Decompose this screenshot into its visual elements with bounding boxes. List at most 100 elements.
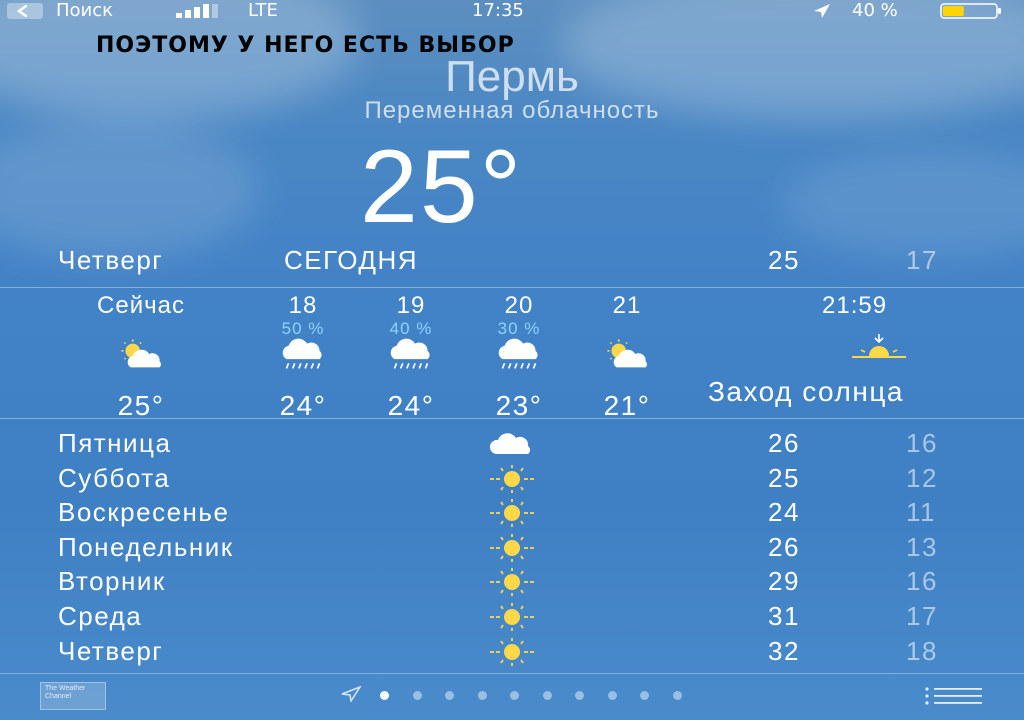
day-low: 13 — [906, 531, 938, 562]
partly-cloudy-icon — [607, 339, 647, 368]
battery-icon — [940, 3, 1001, 19]
precip-chance — [572, 320, 682, 338]
day-low: 18 — [906, 635, 938, 666]
day-name: Понедельник — [58, 531, 234, 562]
hourly-item: Сейчас 25° — [86, 292, 196, 421]
day-high: 29 — [768, 566, 800, 597]
hourly-item: 19 40 % 24° — [356, 292, 466, 421]
page-dot[interactable] — [542, 691, 552, 700]
precip-chance: 50 % — [281, 319, 325, 338]
daily-row: Суббота 25 12 — [0, 463, 1024, 497]
day-icon-wrap — [482, 463, 542, 495]
rain-cloud-icon — [282, 338, 322, 369]
day-high: 31 — [768, 601, 800, 631]
hour-label: 19 — [396, 292, 426, 319]
rain-cloud-icon — [498, 338, 538, 369]
signal-strength-icon — [176, 4, 218, 18]
day-low: 16 — [906, 566, 938, 597]
hour-label: Сейчас — [97, 292, 185, 319]
clock: 17:35 — [472, 0, 524, 21]
city-list-icon[interactable] — [924, 686, 984, 706]
daily-row: Вторник 29 16 — [0, 566, 1024, 600]
precip-chance: 30 % — [497, 319, 541, 338]
day-icon-wrap — [482, 497, 542, 529]
day-icon-wrap — [482, 566, 542, 598]
page-dot[interactable] — [672, 691, 682, 700]
day-icon-wrap — [482, 532, 542, 564]
day-high: 26 — [768, 428, 800, 458]
current-location-icon[interactable] — [340, 686, 362, 702]
daily-row: Четверг 32 18 — [0, 636, 1024, 670]
today-low: 17 — [906, 245, 938, 275]
sunset-item: 21:59 Заход солнца — [708, 292, 1024, 412]
location-arrow-icon — [814, 4, 830, 18]
day-low: 17 — [906, 601, 938, 631]
day-name: Среда — [58, 601, 143, 631]
divider — [0, 418, 1024, 419]
bottom-toolbar: The Weather Channel — [0, 672, 1024, 720]
precip-chance — [86, 320, 196, 338]
day-high: 25 — [768, 462, 800, 493]
day-high: 24 — [768, 497, 800, 528]
day-name: Четверг — [58, 635, 164, 666]
day-name: Воскресенье — [58, 497, 230, 528]
weather-channel-logo[interactable]: The Weather Channel — [40, 682, 106, 710]
hour-label: 20 — [504, 292, 534, 319]
day-icon-wrap — [482, 428, 542, 460]
page-dot[interactable] — [510, 691, 519, 700]
page-dot[interactable] — [607, 691, 617, 700]
day-high: 26 — [768, 531, 800, 562]
back-arrow-icon[interactable] — [6, 2, 44, 20]
battery-percent: 40 % — [852, 0, 898, 21]
daily-row: Пятница 26 16 — [0, 428, 1024, 462]
day-icon-wrap — [482, 636, 542, 668]
sun-icon — [490, 533, 534, 562]
today-high: 25 — [768, 245, 800, 275]
daily-row: Понедельник 26 13 — [0, 532, 1024, 566]
hour-label: 18 — [288, 292, 318, 319]
current-condition: Переменная облачность — [364, 97, 660, 124]
daily-row: Воскресенье 24 11 — [0, 497, 1024, 531]
page-dot[interactable] — [477, 691, 487, 700]
page-dot[interactable] — [380, 691, 389, 700]
back-to-search-link[interactable]: Поиск — [56, 0, 113, 21]
rain-cloud-icon — [390, 338, 430, 369]
hour-icon-wrap — [248, 338, 358, 378]
sunset-time: 21:59 — [822, 292, 888, 319]
hourly-item: 20 30 % 23° — [464, 292, 574, 421]
city-name: Пермь — [445, 52, 579, 101]
precip-chance: 40 % — [389, 319, 433, 338]
page-dot[interactable] — [445, 691, 454, 700]
sun-icon — [490, 464, 534, 493]
hour-icon-wrap — [572, 338, 682, 378]
hour-icon-wrap — [356, 338, 466, 378]
partly-cloudy-icon — [121, 339, 161, 368]
daily-row: Среда 31 17 — [0, 601, 1024, 635]
sun-icon — [490, 499, 534, 528]
sun-icon — [490, 568, 534, 597]
network-type: LTE — [248, 0, 278, 21]
hour-icon-wrap — [464, 338, 574, 378]
day-low: 12 — [906, 462, 938, 493]
current-temperature: 25° — [360, 129, 524, 245]
today-label: СЕГОДНЯ — [284, 245, 419, 275]
sunset-label: Заход солнца — [708, 376, 904, 407]
page-dot[interactable] — [575, 691, 584, 700]
day-icon-wrap — [482, 601, 542, 633]
hourly-item: 18 50 % 24° — [248, 292, 358, 421]
status-bar: Поиск LTE 17:35 40 % — [0, 0, 1024, 24]
day-name: Суббота — [58, 462, 171, 493]
hour-icon-wrap — [86, 338, 196, 378]
cloud-icon — [489, 433, 530, 454]
sun-icon — [490, 603, 534, 631]
day-low: 16 — [906, 428, 938, 458]
today-row: Четверг СЕГОДНЯ 25 17 — [0, 243, 1024, 281]
page-dot[interactable] — [640, 691, 649, 700]
hourly-item: 21 21° — [572, 292, 682, 421]
weather-screen: Поиск LTE 17:35 40 % ПОЭТОМУ У НЕГО ЕСТЬ… — [0, 0, 1024, 720]
page-dot[interactable] — [412, 691, 422, 700]
background-cloud — [0, 120, 260, 260]
day-name: Вторник — [58, 566, 166, 597]
day-high: 32 — [768, 635, 800, 666]
day-low: 11 — [906, 497, 936, 528]
